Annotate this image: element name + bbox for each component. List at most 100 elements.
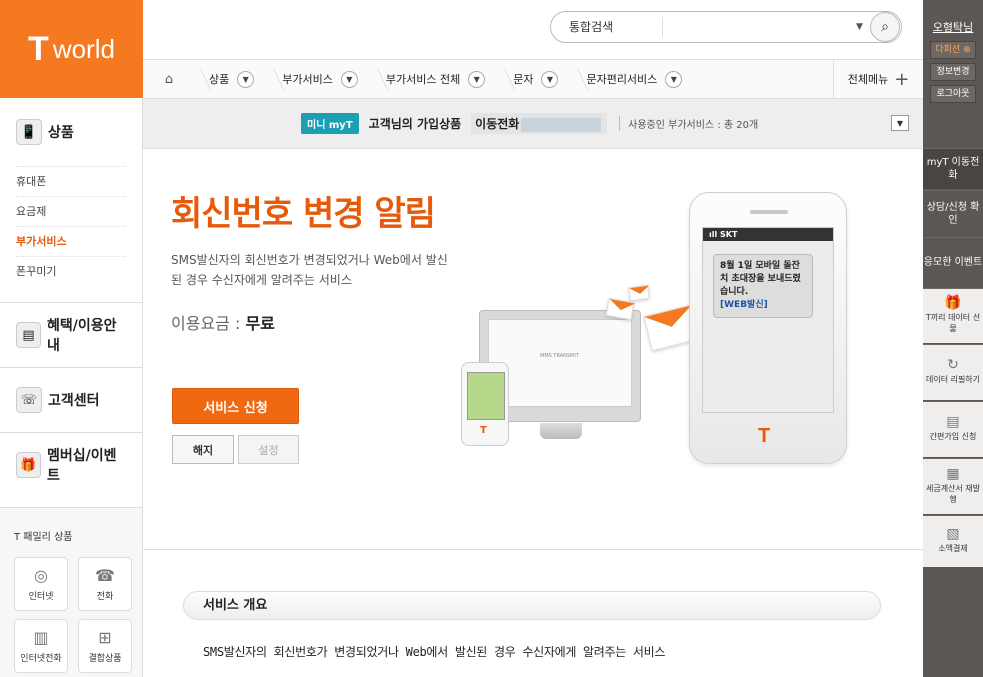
phone-screen: ıll SKT 8월 1일 모바일 돌잔치 초대장을 보내드렸습니다. [WEB발… (702, 227, 834, 413)
nav-item-sms[interactable]: 문자 ▼ (499, 60, 572, 98)
menu-easy-signup[interactable]: ▤ 간편가입 신청 (923, 401, 983, 457)
headset-icon: ☏ (16, 387, 42, 413)
nav-item-product[interactable]: 상품 ▼ (195, 60, 268, 98)
category-benefit[interactable]: ▤ 혜택/이용안내 (0, 302, 142, 367)
right-sidebar: 오형탁님 다회선 ⊕ 정보변경 로그아웃 myT 이동전화 상담/신청 확인 응… (923, 0, 983, 677)
fee-value: 무료 (245, 314, 275, 333)
dropdown-arrow-icon[interactable]: ▼ (856, 22, 870, 32)
menu-my-events[interactable]: 응모한 이벤트 (923, 237, 983, 287)
tworld-logo[interactable]: T world (0, 0, 143, 98)
menu-label: 간편가입 신청 (929, 432, 977, 441)
calculator-icon: ▦ (946, 465, 960, 482)
addon-count: 사용중인 부가서비스 : 총 20개 (619, 116, 758, 131)
menu-data-refill[interactable]: ↻ 데이터 리필하기 (923, 344, 983, 400)
nav-item-addon[interactable]: 부가서비스 ▼ (268, 60, 372, 98)
chevron-down-icon[interactable]: ▼ (541, 70, 559, 88)
logo-word: world (52, 33, 115, 64)
menu-myt-mobile[interactable]: myT 이동전화 (923, 148, 983, 189)
web-send-tag: [WEB발신] (720, 300, 768, 310)
search-scope[interactable]: 통합검색 (551, 17, 663, 37)
search-button[interactable]: ⌕ (870, 12, 900, 42)
category-label: 상품 (48, 125, 74, 141)
chevron-down-icon[interactable]: ▼ (665, 70, 683, 88)
sidebar-item-phone[interactable]: 휴대폰 (16, 166, 126, 196)
sidebar-item-decorate[interactable]: 폰꾸미기 (16, 256, 126, 286)
sidebar-item-addon[interactable]: 부가서비스 (16, 226, 126, 256)
category-customer[interactable]: ☏ 고객센터 (0, 367, 142, 432)
category-membership[interactable]: 🎁 멤버십/이벤트 (0, 432, 142, 497)
phone-status-bar: ıll SKT (703, 228, 833, 241)
multi-line-button[interactable]: 다회선 ⊕ (930, 41, 976, 59)
gift-icon: 🎁 (16, 452, 41, 478)
edit-info-button[interactable]: 정보변경 (930, 63, 976, 81)
category-label: 혜택/이용안내 (47, 318, 117, 354)
family-label: 결합상품 (88, 654, 122, 664)
menu-data-gift[interactable]: 🎁 T끼리 데이터 선물 (923, 288, 983, 343)
sidebar-item-plan[interactable]: 요금제 (16, 196, 126, 226)
voip-phone-icon: ▥ (33, 628, 49, 647)
nav-label: 상품 (209, 73, 230, 86)
menu-label: 데이터 리필하기 (925, 375, 981, 384)
t-logo-icon: T (480, 425, 487, 436)
menu-label: 세금계산서 재발행 (925, 483, 981, 504)
sms-bubble: 8월 1일 모바일 돌잔치 초대장을 보내드렸습니다. [WEB발신] (713, 254, 813, 318)
nav-item-sms-convenience[interactable]: 문자편리서비스 ▼ (572, 60, 696, 98)
subscription-bar: 미니 myT 고객님의 가입상품 이동전화 사용중인 부가서비스 : 총 20개… (143, 99, 923, 149)
globe-icon: ◎ (34, 566, 48, 585)
logout-button[interactable]: 로그아웃 (930, 85, 976, 103)
chevron-down-icon[interactable]: ▼ (237, 70, 255, 88)
family-label: 전화 (96, 592, 114, 602)
menu-micropayment[interactable]: ▧ 소액결제 (923, 515, 983, 567)
category-product[interactable]: 📱 상품 (0, 98, 142, 166)
category-label: 멤버십/이벤트 (47, 448, 117, 484)
small-phone-illustration: T (461, 362, 509, 446)
envelope-icon (628, 284, 650, 302)
family-internet-button[interactable]: ◎ 인터넷 (14, 557, 68, 611)
phone-icon: 📱 (16, 119, 42, 145)
subscription-label: 고객님의 가입상품 (368, 117, 462, 131)
search-input[interactable] (663, 13, 856, 41)
family-voip-button[interactable]: ▥ 인터넷전화 (14, 619, 68, 673)
section-title: 서비스 개요 (183, 591, 881, 620)
masked-number (521, 117, 602, 132)
apply-service-button[interactable]: 서비스 신청 (172, 388, 299, 424)
menu-tax-invoice[interactable]: ▦ 세금계산서 재발행 (923, 458, 983, 514)
cancel-service-button[interactable]: 해지 (172, 435, 234, 464)
mms-transmit-label: MMS TRANSMIT (540, 353, 579, 359)
user-name-link[interactable]: 오형탁님 (923, 0, 983, 35)
family-label: 인터넷전화 (20, 654, 62, 664)
family-phone-button[interactable]: ☎ 전화 (78, 557, 132, 611)
sms-text: 8월 1일 모바일 돌잔치 초대장을 보내드렸습니다. (720, 261, 801, 297)
chevron-down-icon[interactable]: ▼ (891, 115, 909, 131)
product-name: 이동전화 (475, 117, 520, 131)
large-phone-illustration: ıll SKT 8월 1일 모바일 돌잔치 초대장을 보내드렸습니다. [WEB발… (689, 192, 847, 464)
service-fee: 이용요금 : 무료 (171, 310, 275, 334)
nav-label: 부가서비스 전체 (385, 73, 461, 86)
nav-label: 문자편리서비스 (586, 73, 658, 86)
all-menu-label: 전체메뉴 (847, 73, 889, 86)
document-icon: ▤ (16, 322, 41, 348)
phone-speaker (750, 210, 788, 214)
chevron-down-icon[interactable]: ▼ (340, 70, 358, 88)
nav-label: 문자 (513, 73, 534, 86)
all-menu-button[interactable]: 전체메뉴 + (833, 60, 923, 98)
family-bundle-button[interactable]: ⊞ 결합상품 (78, 619, 132, 673)
clipboard-icon: ▤ (946, 414, 960, 430)
home-icon[interactable]: ⌂ (143, 72, 195, 87)
service-hero: 회신번호 변경 알림 SMS발신자의 회신번호가 변경되었거나 Web에서 발신… (143, 150, 923, 550)
logo-mark: T (28, 29, 49, 68)
menu-consult-check[interactable]: 상담/신청 확인 (923, 190, 983, 236)
mini-myt-badge[interactable]: 미니 myT (301, 113, 359, 134)
document-icon: ▧ (946, 526, 960, 542)
service-illustration: MMS TRANSMIT T ıll SKT 8월 1일 모바일 돌잔치 초대장… (433, 180, 903, 470)
breadcrumb-nav: ⌂ 상품 ▼ 부가서비스 ▼ 부가서비스 전체 ▼ 문자 ▼ 문자편리서비스 ▼ 전체메뉴… (143, 59, 923, 99)
monitor-stand (540, 423, 582, 439)
t-logo-icon: T (758, 425, 771, 447)
settings-button[interactable]: 설정 (238, 435, 299, 464)
subscription-product[interactable]: 이동전화 (471, 113, 608, 134)
nav-label: 부가서비스 (282, 73, 333, 86)
nav-item-addon-all[interactable]: 부가서비스 전체 ▼ (372, 60, 499, 98)
family-products: T 패밀리 상품 ◎ 인터넷 ☎ 전화 ▥ 인터넷전화 ⊞ 결합상품 (0, 507, 142, 677)
chevron-down-icon[interactable]: ▼ (468, 70, 486, 88)
family-title: T 패밀리 상품 (14, 532, 73, 543)
